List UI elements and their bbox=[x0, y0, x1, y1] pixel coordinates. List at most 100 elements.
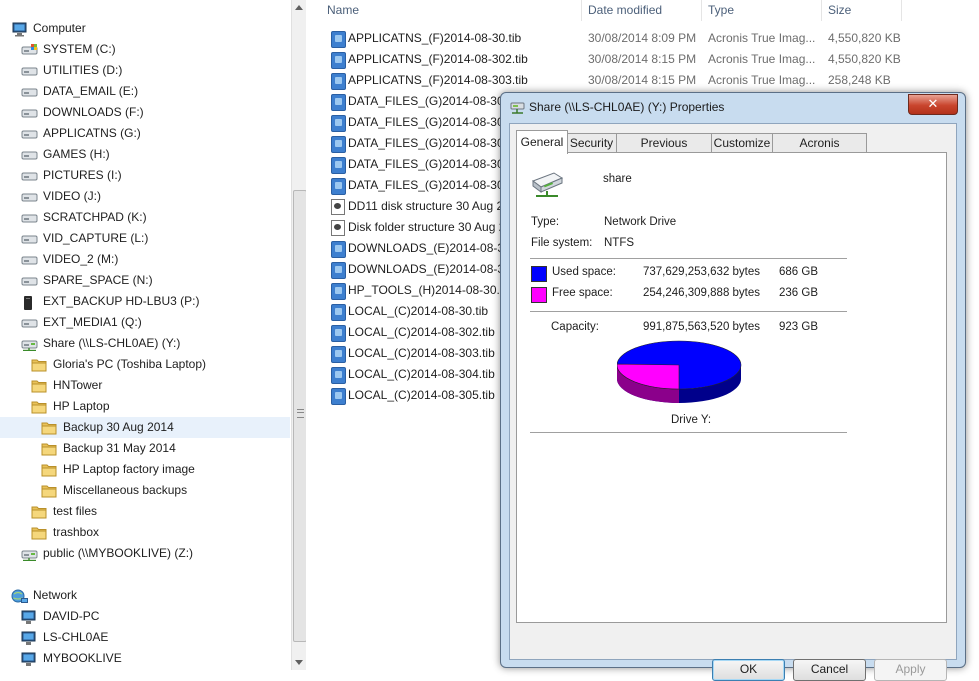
network-drive-icon bbox=[21, 547, 39, 568]
file-type: Acronis True Imag... bbox=[708, 73, 816, 87]
tib-file-icon bbox=[331, 136, 346, 153]
file-system-value: NTFS bbox=[604, 237, 635, 249]
nav-item-label: test files bbox=[53, 504, 98, 518]
tib-file-icon bbox=[331, 283, 346, 300]
file-name: HP_TOOLS_(H)2014-08-30.tib bbox=[348, 283, 513, 297]
file-name: DATA_FILES_(G)2014-08-30.tib bbox=[348, 94, 520, 108]
free-space-gb: 236 GB bbox=[779, 287, 818, 299]
nav-item-label: LS-CHL0AE bbox=[43, 630, 109, 644]
column-header-size[interactable]: Size bbox=[828, 0, 851, 21]
nav-drive[interactable]: SPARE_SPACE (N:) bbox=[0, 270, 290, 291]
column-header-type[interactable]: Type bbox=[708, 0, 734, 21]
nav-drive[interactable]: public (\\MYBOOKLIVE) (Z:) bbox=[0, 543, 290, 564]
nav-folder[interactable]: test files bbox=[0, 501, 290, 522]
nav-drive[interactable]: VIDEO (J:) bbox=[0, 186, 290, 207]
nav-folder[interactable]: Gloria's PC (Toshiba Laptop) bbox=[0, 354, 290, 375]
nav-folder[interactable]: HP Laptop bbox=[0, 396, 290, 417]
column-header-name[interactable]: Name bbox=[327, 0, 359, 21]
file-row[interactable]: APPLICATNS_(F)2014-08-302.tib 30/08/2014 … bbox=[306, 49, 979, 70]
nav-folder[interactable]: trashbox bbox=[0, 522, 290, 543]
tab-acronis-recovery[interactable]: Acronis Recovery bbox=[772, 133, 867, 169]
tab-previous-versions[interactable]: Previous Versions bbox=[616, 133, 712, 169]
nav-folder[interactable]: Backup 31 May 2014 bbox=[0, 438, 290, 459]
nav-vertical-scrollbar[interactable] bbox=[291, 0, 307, 670]
used-space-swatch bbox=[531, 266, 547, 282]
file-row[interactable]: APPLICATNS_(F)2014-08-30.tib 30/08/2014 8… bbox=[306, 28, 979, 49]
used-space-gb: 686 GB bbox=[779, 266, 818, 278]
file-name: APPLICATNS_(F)2014-08-302.tib bbox=[348, 52, 528, 66]
nav-drive[interactable]: DOWNLOADS (F:) bbox=[0, 102, 290, 123]
computer-icon bbox=[21, 652, 38, 674]
nav-drive[interactable]: APPLICATNS (G:) bbox=[0, 123, 290, 144]
nav-item-label: GAMES (H:) bbox=[43, 147, 110, 161]
nav-network-computer[interactable]: DAVID-PC bbox=[0, 606, 290, 627]
nav-item-label: Network bbox=[33, 588, 78, 602]
nav-folder[interactable]: HP Laptop factory image bbox=[0, 459, 290, 480]
free-space-swatch bbox=[531, 287, 547, 303]
nav-item-label: EXT_BACKUP HD-LBU3 (P:) bbox=[43, 294, 200, 308]
file-name: LOCAL_(C)2014-08-303.tib bbox=[348, 346, 495, 360]
nav-drive[interactable]: VID_CAPTURE (L:) bbox=[0, 228, 290, 249]
column-divider[interactable] bbox=[901, 0, 902, 21]
tib-file-icon bbox=[331, 304, 346, 321]
capacity-gb: 923 GB bbox=[779, 321, 818, 333]
nav-item-label: DAVID-PC bbox=[43, 609, 100, 623]
nav-computer[interactable]: Computer bbox=[0, 18, 290, 39]
dialog-title: Share (\\LS-CHL0AE) (Y:) Properties bbox=[529, 100, 725, 114]
nav-network[interactable]: Network bbox=[0, 585, 290, 606]
divider bbox=[530, 311, 847, 312]
nav-item-label: SYSTEM (C:) bbox=[43, 42, 116, 56]
tab-customize[interactable]: Customize bbox=[711, 133, 773, 153]
nav-drive[interactable]: EXT_BACKUP HD-LBU3 (P:) bbox=[0, 291, 290, 312]
nav-item-label: PICTURES (I:) bbox=[43, 168, 122, 182]
nav-folder[interactable]: Miscellaneous backups bbox=[0, 480, 290, 501]
file-name: DATA_FILES_(G)2014-08-305. bbox=[348, 178, 514, 192]
close-button[interactable]: ✕ bbox=[908, 94, 958, 115]
nav-drive[interactable]: DATA_EMAIL (E:) bbox=[0, 81, 290, 102]
file-date-modified: 30/08/2014 8:15 PM bbox=[588, 52, 697, 66]
nav-network-computer[interactable]: MYBOOKLIVE bbox=[0, 648, 290, 669]
apply-button[interactable]: Apply bbox=[874, 659, 947, 681]
nav-item-label: APPLICATNS (G:) bbox=[43, 126, 141, 140]
file-name: DOWNLOADS_(E)2014-08-30. bbox=[348, 241, 515, 255]
scrollbar-thumb[interactable] bbox=[293, 190, 307, 642]
file-name: APPLICATNS_(F)2014-08-30.tib bbox=[348, 31, 522, 45]
tab-general[interactable]: General bbox=[516, 130, 568, 154]
drive-caption: Drive Y: bbox=[671, 414, 712, 426]
nav-drive[interactable]: UTILITIES (D:) bbox=[0, 60, 290, 81]
nav-network-computer[interactable]: LS-CHL0AE bbox=[0, 627, 290, 648]
column-divider[interactable] bbox=[701, 0, 702, 21]
capacity-bytes: 991,875,563,520 bytes bbox=[643, 321, 761, 333]
network-drive-large-icon bbox=[531, 172, 564, 197]
column-header-date-modified[interactable]: Date modified bbox=[588, 0, 662, 21]
tib-file-icon bbox=[331, 388, 346, 405]
navigation-pane: Computer SYSTEM (C:) UTILITIES (D:) DATA_EM… bbox=[0, 0, 291, 670]
nav-drive[interactable]: SCRATCHPAD (K:) bbox=[0, 207, 290, 228]
tib-file-icon bbox=[331, 262, 346, 279]
nav-drive[interactable]: VIDEO_2 (M:) bbox=[0, 249, 290, 270]
nav-item-selected[interactable]: Backup 30 Aug 2014 bbox=[0, 417, 290, 438]
nav-drive[interactable]: Share (\\LS-CHL0AE) (Y:) bbox=[0, 333, 290, 354]
divider bbox=[530, 432, 847, 433]
ok-button[interactable]: OK bbox=[712, 659, 785, 681]
nav-drive[interactable]: GAMES (H:) bbox=[0, 144, 290, 165]
file-name: LOCAL_(C)2014-08-302.tib bbox=[348, 325, 495, 339]
nav-item-label: Gloria's PC (Toshiba Laptop) bbox=[53, 357, 207, 371]
cancel-button[interactable]: Cancel bbox=[793, 659, 866, 681]
nav-drive[interactable]: PICTURES (I:) bbox=[0, 165, 290, 186]
scroll-up-arrow-icon[interactable] bbox=[295, 5, 303, 10]
column-divider[interactable] bbox=[581, 0, 582, 21]
tib-file-icon bbox=[331, 73, 346, 90]
nav-drive[interactable]: SYSTEM (C:) bbox=[0, 39, 290, 60]
tab-security[interactable]: Security bbox=[566, 133, 617, 153]
file-name: DOWNLOADS_(E)2014-08-30 bbox=[348, 262, 511, 276]
nav-item-label: UTILITIES (D:) bbox=[43, 63, 123, 77]
file-name: DD11 disk structure 30 Aug 2 bbox=[348, 199, 504, 213]
nav-drive[interactable]: EXT_MEDIA1 (Q:) bbox=[0, 312, 290, 333]
column-divider[interactable] bbox=[821, 0, 822, 21]
scrollbar-grip-icon bbox=[297, 409, 304, 418]
scroll-down-arrow-icon[interactable] bbox=[295, 660, 303, 665]
file-row[interactable]: APPLICATNS_(F)2014-08-303.tib 30/08/2014 … bbox=[306, 70, 979, 91]
nav-folder[interactable]: HNTower bbox=[0, 375, 290, 396]
file-size: 4,550,820 KB bbox=[828, 52, 901, 66]
